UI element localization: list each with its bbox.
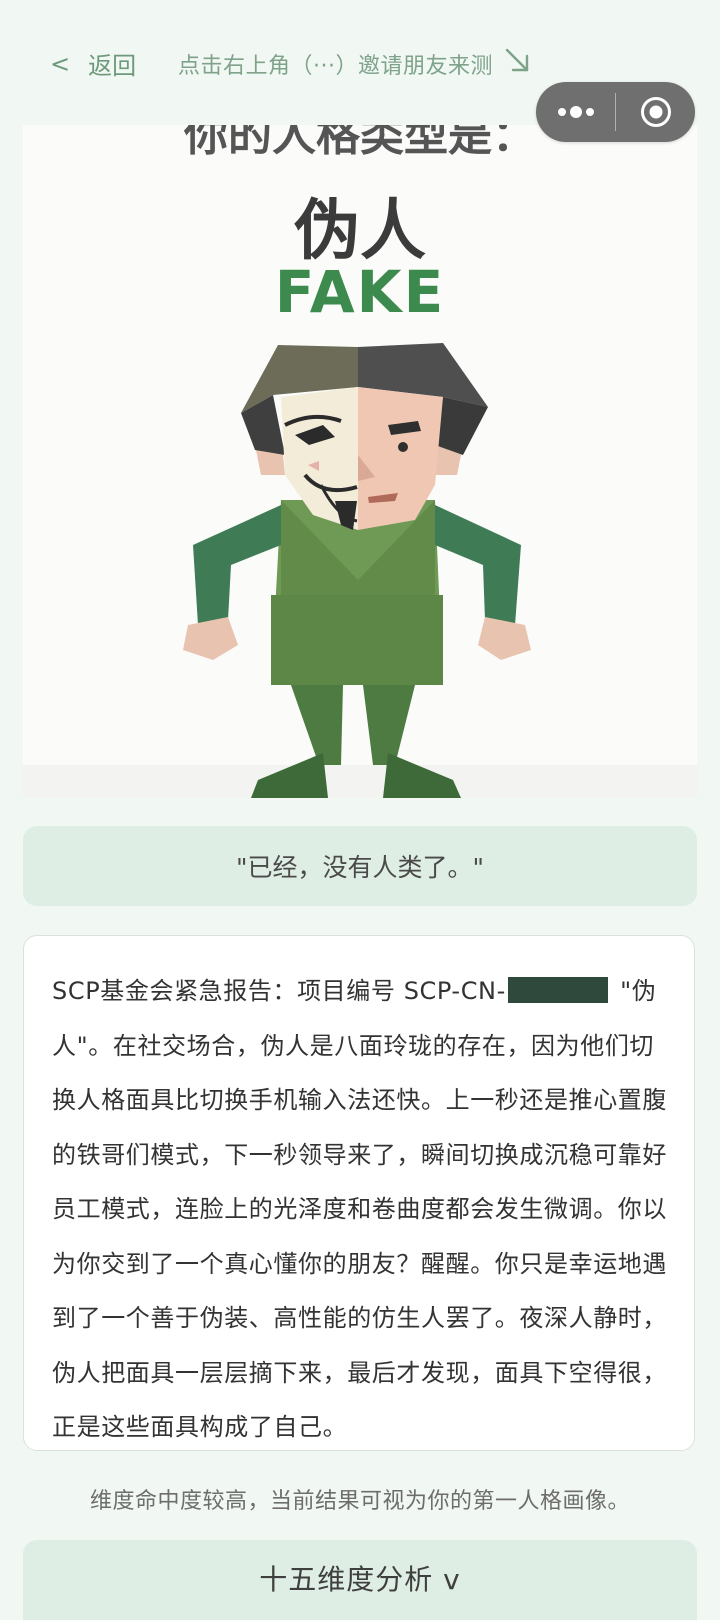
report-line: 人"。在社交场合，伪人是八面玲珑的存在，因为他们切	[52, 1031, 655, 1060]
fifteen-dimension-analysis-button[interactable]: 十五维度分析 v	[23, 1540, 697, 1620]
redacted-block	[507, 977, 608, 1003]
report-line: 为你交到了一个真心懂你的朋友？醒醒。你只是幸运地遇	[52, 1249, 667, 1278]
half-masked-figure-illustration	[23, 343, 697, 798]
result-report-card: SCP基金会紧急报告：项目编号 SCP-CN- "伪人"。在社交场合，伪人是八面…	[23, 935, 695, 1451]
accuracy-note: 维度命中度较高，当前结果可视为你的第一人格画像。	[89, 1489, 630, 1514]
report-line: SCP基金会紧急报告：项目编号 SCP-CN- "伪	[52, 964, 668, 1019]
close-target-icon[interactable]	[616, 82, 695, 142]
report-line-text: "伪	[611, 977, 657, 1005]
report-line: 伪人把面具一层层摘下来，最后才发现，面具下空得很，	[52, 1358, 667, 1387]
report-line: 到了一个善于伪装、高性能的仿生人罢了。夜深人静时，	[52, 1304, 667, 1332]
invite-hint: 点击右上角（···）邀请朋友来测	[178, 46, 533, 82]
report-text: SCP基金会紧急报告：项目编号 SCP-CN- "伪人"。在社交场合，伪人是八面…	[52, 964, 668, 1455]
miniprogram-capsule	[536, 82, 695, 142]
report-line-text: SCP基金会紧急报告：项目编号 SCP-CN-	[52, 977, 506, 1005]
arrow-down-right-icon	[503, 46, 533, 82]
result-image: 你的人格类型是： 伪人 FAKE	[23, 125, 697, 798]
report-line: 换人格面具比切换手机输入法还快。上一秒还是推心置腹	[52, 1086, 667, 1114]
report-line: 正是这些面具构成了自己。	[52, 1413, 348, 1441]
invite-hint-text: 点击右上角（···）邀请朋友来测	[178, 54, 493, 79]
report-line: 员工模式，连脸上的光泽度和卷曲度都会发生微调。你以	[52, 1195, 667, 1223]
result-quote: "已经，没有人类了。"	[23, 826, 697, 906]
back-label: 返回	[88, 52, 137, 80]
more-dots-icon[interactable]	[536, 82, 615, 142]
back-chevron-icon: <	[50, 49, 71, 78]
report-line: 的铁哥们模式，下一秒领导来了，瞬间切换成沉稳可靠好	[52, 1140, 667, 1169]
back-button[interactable]: < 返回	[50, 46, 136, 81]
